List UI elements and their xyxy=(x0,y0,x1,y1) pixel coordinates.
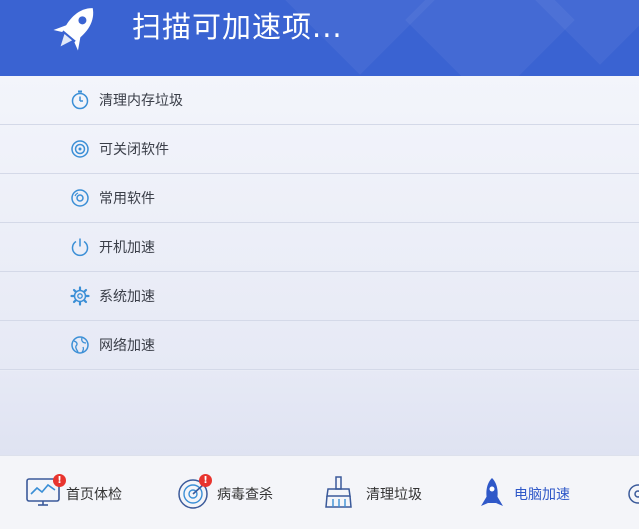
list-item-system-speedup: 系统加速 xyxy=(0,272,639,321)
nav-label: 清理垃圾 xyxy=(366,487,422,503)
nav-speedup[interactable]: 电脑加速 xyxy=(478,476,588,512)
alert-badge: ! xyxy=(53,474,66,487)
list-item-closable-software: 可关闭软件 xyxy=(0,125,639,174)
header-banner: 扫描可加速项... xyxy=(0,0,639,76)
globe-icon xyxy=(71,336,89,354)
nav-label: 病毒查杀 xyxy=(217,487,273,503)
gear-icon xyxy=(70,286,90,306)
more-tools-icon[interactable] xyxy=(624,478,639,510)
list-item-label: 常用软件 xyxy=(99,191,155,207)
list-item-label: 可关闭软件 xyxy=(99,142,169,158)
nav-home-checkup[interactable]: ! 首页体检 xyxy=(26,474,136,512)
content-background xyxy=(0,371,639,455)
bottom-nav-bar: ! 首页体检 ! 病毒查杀 清理垃圾 电脑加速 xyxy=(0,455,639,529)
list-item-common-software: 常用软件 xyxy=(0,174,639,223)
list-item-label: 系统加速 xyxy=(99,289,155,305)
list-item-network-speedup: 网络加速 xyxy=(0,321,639,370)
list-item-label: 网络加速 xyxy=(99,338,155,354)
disc-icon xyxy=(71,189,89,207)
alert-badge: ! xyxy=(199,474,212,487)
power-icon xyxy=(71,238,89,257)
nav-label: 首页体检 xyxy=(66,487,122,503)
list-item-label: 清理内存垃圾 xyxy=(99,93,183,109)
nav-label: 电脑加速 xyxy=(514,487,570,503)
scan-item-list: 清理内存垃圾 可关闭软件 常用软件 开机加速 系统加速 网络加速 xyxy=(0,76,639,370)
nav-clean-junk[interactable]: 清理垃圾 xyxy=(322,476,432,512)
nav-virus-scan[interactable]: ! 病毒查杀 xyxy=(177,474,287,512)
list-item-boot-speedup: 开机加速 xyxy=(0,223,639,272)
stopwatch-icon xyxy=(71,90,89,110)
page-title: 扫描可加速项... xyxy=(132,10,343,44)
broom-icon xyxy=(325,476,352,508)
rocket-icon xyxy=(481,478,503,506)
list-item-clean-memory: 清理内存垃圾 xyxy=(0,76,639,125)
rocket-logo-icon xyxy=(53,8,94,51)
list-item-label: 开机加速 xyxy=(99,240,155,256)
target-icon xyxy=(71,140,89,158)
